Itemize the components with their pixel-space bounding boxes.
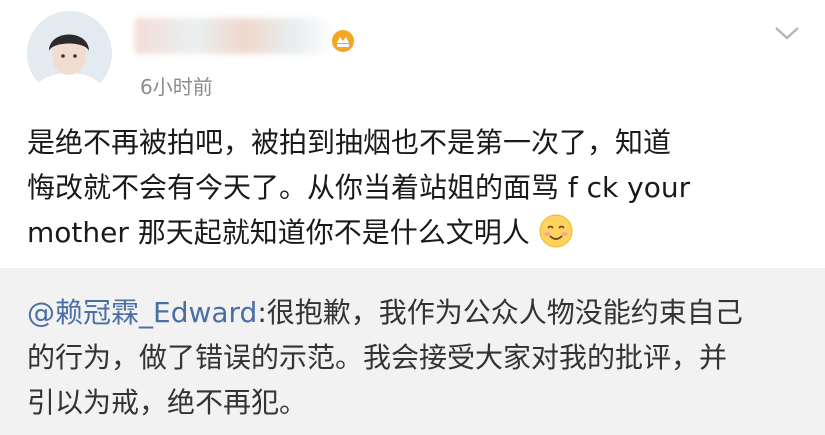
repost-line-3: 引以为戒，绝不再犯。 (27, 386, 308, 419)
post-text-line-1: 是绝不再被拍吧，被拍到抽烟也不是第一次了，知道 (27, 126, 672, 159)
post-text-line-2: 悔改就不会有今天了。从你当着站姐的面骂 f ck your (27, 171, 691, 204)
smiling-face-emoji-icon (539, 214, 573, 248)
repost-line-2: 的行为，做了错误的示范。我会接受大家对我的批评，并 (27, 341, 728, 374)
chevron-down-icon[interactable] (772, 22, 802, 44)
weibo-post: 6小时前 是绝不再被拍吧，被拍到抽烟也不是第一次了，知道 悔改就不会有今天了。从… (0, 0, 825, 268)
repost-line-1: @赖冠霖_Edward:很抱歉，我作为公众人物没能约束自己 (27, 290, 812, 335)
avatar-image (27, 11, 112, 96)
post-body: 是绝不再被拍吧，被拍到抽烟也不是第一次了，知道 悔改就不会有今天了。从你当着站姐… (27, 120, 807, 255)
repost-line-1-text: :很抱歉，我作为公众人物没能约束自己 (257, 296, 743, 329)
reposted-content[interactable]: @赖冠霖_Edward:很抱歉，我作为公众人物没能约束自己 的行为，做了错误的示… (0, 268, 825, 435)
user-mention-link[interactable]: @赖冠霖_Edward (27, 296, 257, 329)
username-redacted[interactable] (135, 18, 335, 54)
avatar[interactable] (27, 11, 112, 96)
repost-body: @赖冠霖_Edward:很抱歉，我作为公众人物没能约束自己 的行为，做了错误的示… (27, 290, 812, 425)
vip-badge-icon (332, 30, 354, 52)
post-text-line-3-text: mother 那天起就知道你不是什么文明人 (27, 216, 530, 249)
post-text-line-3: mother 那天起就知道你不是什么文明人 (27, 210, 807, 255)
post-timestamp: 6小时前 (140, 75, 213, 99)
